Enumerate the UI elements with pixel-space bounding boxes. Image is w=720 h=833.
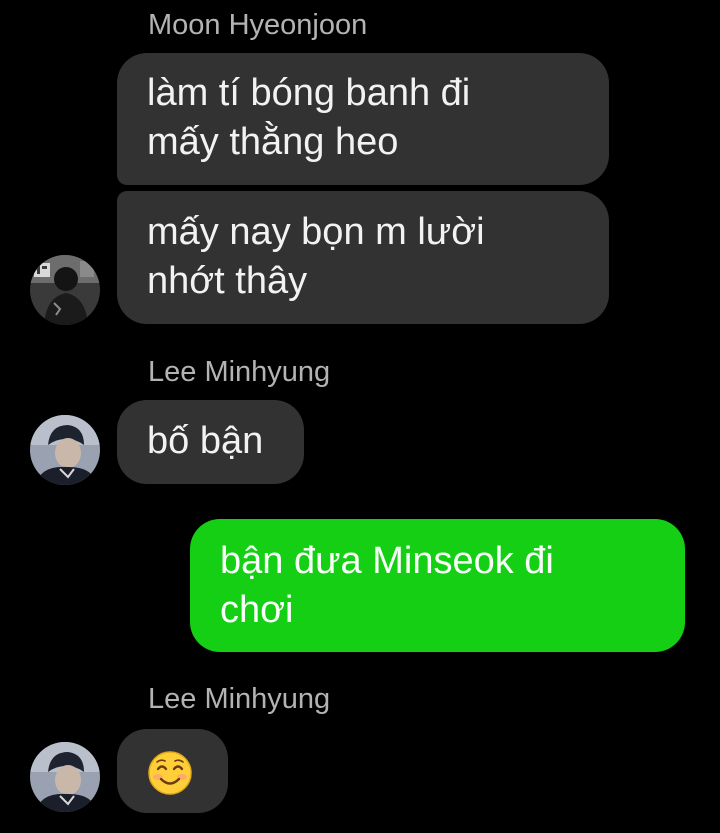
message-bubble[interactable]: làm tí bóng banh đi mấy thằng heo [117, 53, 609, 185]
message-text-line: bố bận [147, 420, 264, 462]
message-text-line: mấy thằng heo [147, 121, 399, 163]
message-text-line: mấy nay bọn m lười [147, 211, 485, 253]
avatar-icon[interactable] [30, 742, 100, 812]
message-bubble[interactable]: mấy nay bọn m lười nhớt thây [117, 191, 609, 324]
message-bubble[interactable]: bố bận [117, 400, 304, 484]
outgoing-message-bubble[interactable]: bận đưa Minseok đi chơi [190, 519, 685, 652]
avatar-icon[interactable] [30, 415, 100, 485]
avatar-image [30, 415, 100, 485]
message-text-line: chơi [220, 589, 294, 631]
avatar-icon[interactable] [30, 255, 100, 325]
sender-name-moon-hyeonjoon: Moon Hyeonjoon [148, 9, 368, 41]
avatar-image [30, 742, 100, 812]
message-text-line: làm tí bóng banh đi [147, 72, 471, 114]
sender-name-lee-minhyung: Lee Minhyung [148, 683, 331, 715]
message-text-line: bận đưa Minseok đi [220, 540, 554, 582]
smiling-face-with-smiling-eyes-icon [148, 751, 192, 795]
message-text-line: nhớt thây [147, 260, 308, 302]
avatar-image [30, 255, 100, 325]
sender-name-lee-minhyung: Lee Minhyung [148, 356, 331, 388]
